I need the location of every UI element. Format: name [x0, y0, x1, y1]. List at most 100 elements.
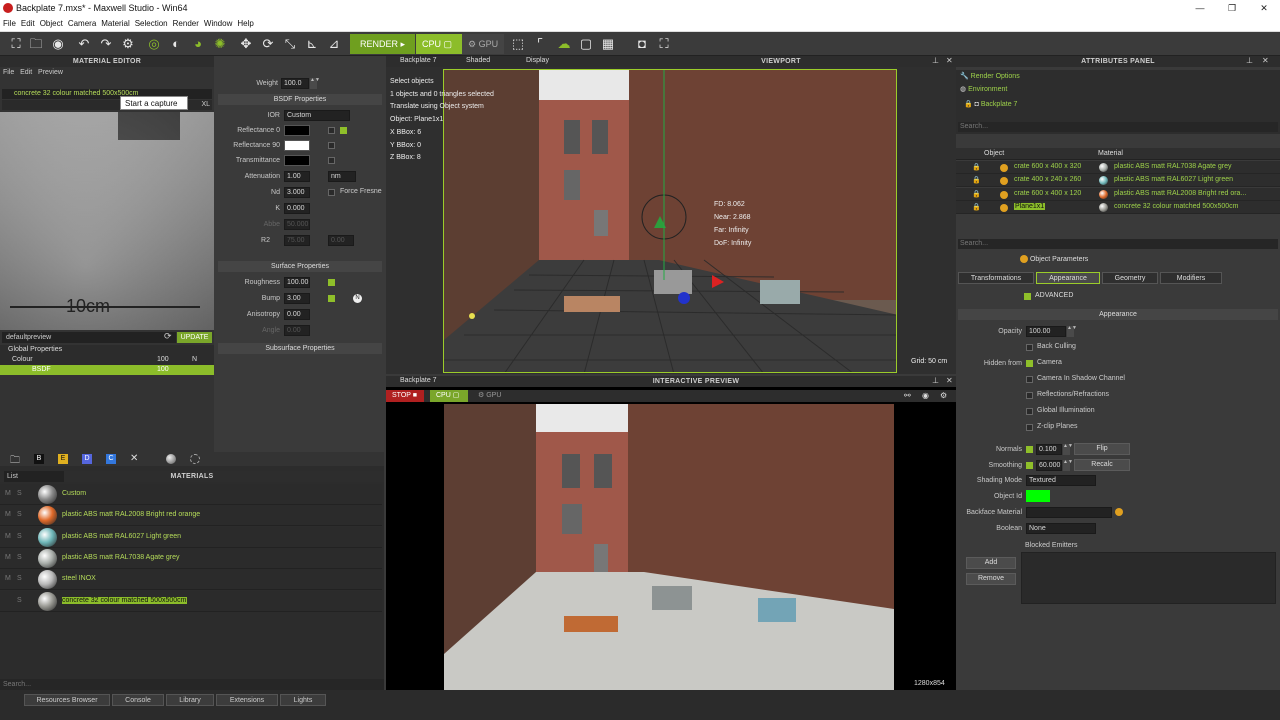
tab-modifiers[interactable]: Modifiers	[1160, 272, 1222, 284]
viewport-close-icon[interactable]: ✕	[946, 56, 953, 65]
material-row[interactable]: M Ssteel INOX	[0, 569, 382, 591]
reflectance0-map-icon[interactable]	[340, 127, 347, 134]
tab-geometry[interactable]: Geometry	[1102, 272, 1158, 284]
measure-icon[interactable]: ⊿	[326, 36, 342, 52]
save-render-icon[interactable]: ◉	[922, 391, 929, 400]
viewport-pin-icon[interactable]: ⊥	[932, 56, 939, 65]
r2-input-a[interactable]: 75.00	[284, 235, 310, 246]
bump-map-check[interactable]	[328, 295, 335, 302]
object-id-swatch[interactable]	[1026, 490, 1050, 502]
render-button[interactable]: RENDER ▸	[350, 34, 415, 54]
opacity-input[interactable]: 100.00	[1026, 326, 1066, 337]
object-row[interactable]: 🔒 crate 600 x 400 x 120 plastic ABS matt R…	[956, 187, 1280, 201]
normals-check[interactable]	[1026, 446, 1033, 453]
preview-sphere-icon[interactable]	[166, 454, 176, 464]
tree-row-colour[interactable]: Colour 100 N	[0, 355, 214, 365]
expand-view-icon[interactable]: ⛶	[656, 36, 672, 52]
rotate-icon[interactable]: ⟳	[260, 36, 276, 52]
reflectance0-map-check[interactable]	[328, 127, 335, 134]
blocked-emitters-list[interactable]	[1021, 552, 1276, 604]
scene-search[interactable]: Search...	[958, 122, 1278, 132]
fullscreen-icon[interactable]: ▢	[578, 36, 594, 52]
camera-snapshot-icon[interactable]: ◘	[634, 36, 650, 52]
transmittance-swatch[interactable]	[284, 155, 310, 166]
material-row[interactable]: M S Custom	[0, 484, 382, 505]
emitter-layer-icon[interactable]: E	[58, 454, 68, 464]
sphere-icon[interactable]: ◐	[168, 36, 184, 52]
surface-section[interactable]: Surface Properties	[218, 261, 382, 272]
lock-icon[interactable]: 🔒	[972, 190, 981, 198]
boolean-select[interactable]: None	[1026, 523, 1096, 534]
import-icon[interactable]: ⛶	[8, 36, 24, 52]
preview-cpu-toggle[interactable]: CPU ▢	[430, 390, 468, 402]
menu-material[interactable]: Material	[101, 19, 129, 28]
menu-window[interactable]: Window	[204, 19, 232, 28]
preview-pin-icon[interactable]: ⊥	[932, 376, 939, 385]
material-s-flag[interactable]: S	[17, 511, 22, 518]
pivot-icon[interactable]: ⊾	[304, 36, 320, 52]
menu-object[interactable]: Object	[40, 19, 63, 28]
menu-selection[interactable]: Selection	[135, 19, 168, 28]
material-s-flag[interactable]: S	[17, 533, 22, 540]
coating-icon[interactable]: C	[106, 454, 116, 464]
tab-resources-browser[interactable]: Resources Browser	[24, 694, 110, 706]
weight-input[interactable]: 100.0	[281, 78, 309, 89]
viewport-canvas[interactable]: FD: 8.062 Near: 2.868 Far: Infinity DoF:…	[443, 69, 897, 373]
col-object[interactable]: Object	[984, 150, 1004, 157]
ior-select[interactable]: Custom	[284, 110, 350, 121]
reflectance90-swatch[interactable]	[284, 140, 310, 151]
empty-sphere-icon[interactable]	[190, 454, 200, 464]
backface-material-field[interactable]	[1026, 507, 1112, 518]
r2-input-b[interactable]: 0.00	[328, 235, 354, 246]
preview-close-icon[interactable]: ✕	[946, 376, 953, 385]
col-material[interactable]: Material	[1098, 150, 1123, 157]
material-s-flag[interactable]: S	[17, 575, 22, 582]
normals-spinner[interactable]: ▲▼	[1063, 444, 1073, 455]
material-row[interactable]: Sconcrete 32 colour matched 500x500cm	[0, 590, 382, 612]
roughness-map-check[interactable]	[328, 279, 335, 286]
render-options-node[interactable]: 🔧 Render Options	[960, 72, 1020, 80]
material-s-flag[interactable]: S	[17, 597, 22, 604]
menu-render[interactable]: Render	[173, 19, 199, 28]
material-row[interactable]: M Splastic ABS matt RAL7038 Agate grey	[0, 547, 382, 569]
stop-button[interactable]: STOP ■	[386, 390, 424, 402]
hidden-shadow-check[interactable]	[1026, 376, 1033, 383]
material-s-flag[interactable]: S	[17, 554, 22, 561]
bump-input[interactable]: 3.00	[284, 293, 310, 304]
smoothing-spinner[interactable]: ▲▼	[1063, 460, 1073, 471]
tab-console[interactable]: Console	[112, 694, 164, 706]
angle-input[interactable]: 0.00	[284, 325, 310, 336]
save-icon[interactable]: ◉	[50, 36, 66, 52]
object-row[interactable]: 🔒 Plane1x1 concrete 32 colour matched 500x…	[956, 201, 1280, 215]
undo-icon[interactable]: ↶	[76, 36, 92, 52]
hidden-gi-check[interactable]	[1026, 408, 1033, 415]
bsdf-layer-icon[interactable]: B	[34, 454, 44, 464]
menu-edit[interactable]: Edit	[21, 19, 35, 28]
redo-icon[interactable]: ↷	[98, 36, 114, 52]
flip-button[interactable]: Flip	[1074, 443, 1130, 455]
scale-icon[interactable]: ⤡	[282, 36, 298, 52]
smoothing-input[interactable]: 60.000	[1036, 460, 1062, 471]
viewport-display-select[interactable]: Display	[526, 57, 549, 64]
bump-normal-toggle[interactable]: N	[353, 294, 362, 303]
abbe-input[interactable]: 50.000	[284, 219, 310, 230]
tree-row-bsdf[interactable]: BSDF 100	[0, 365, 214, 375]
tab-lights[interactable]: Lights	[280, 694, 326, 706]
move-icon[interactable]: ✥	[238, 36, 254, 52]
material-m-flag[interactable]: M	[5, 575, 11, 582]
me-menu-preview[interactable]: Preview	[38, 69, 63, 76]
menu-file[interactable]: File	[3, 19, 16, 28]
material-m-flag[interactable]: M	[5, 490, 11, 497]
lock-icon[interactable]: 🔒	[972, 163, 981, 171]
attenuation-unit-select[interactable]: nm	[328, 171, 356, 182]
close-window-button[interactable]: ✕	[1248, 0, 1280, 16]
materials-view-select[interactable]: List	[4, 471, 64, 482]
delete-icon[interactable]: ✕	[130, 453, 138, 464]
environment-node[interactable]: ◍ Environment	[960, 85, 1007, 93]
camera-node[interactable]: 🔒 ◘ Backplate 7	[964, 100, 1017, 108]
object-search[interactable]: Search...	[958, 239, 1278, 249]
tree-row-global[interactable]: Global Properties	[0, 345, 214, 355]
tab-appearance[interactable]: Appearance	[1036, 272, 1100, 284]
remove-button[interactable]: Remove	[966, 573, 1016, 585]
tab-library[interactable]: Library	[166, 694, 214, 706]
